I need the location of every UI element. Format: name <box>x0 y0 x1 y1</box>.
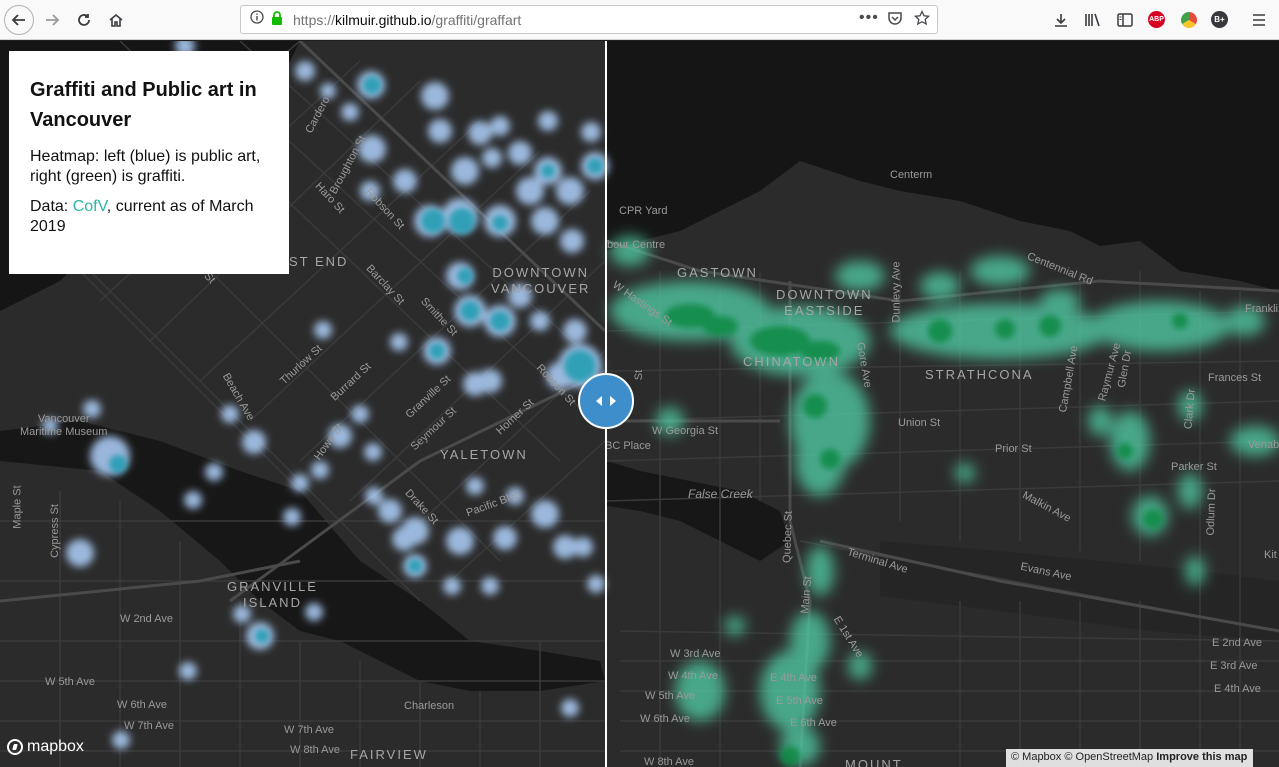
map-attribution[interactable]: © Mapbox © OpenStreetMap Improve this ma… <box>1006 749 1254 767</box>
street-label: Cypress St <box>48 504 61 558</box>
street-label: Charleson <box>404 700 455 712</box>
street-label: Dunlevy Ave <box>890 261 903 323</box>
forward-icon[interactable] <box>38 6 66 34</box>
panel-title: Graffiti and Public art in Vancouver <box>30 79 257 131</box>
street-label: E 6th Ave <box>790 717 837 729</box>
street-label: Frances St <box>1208 372 1262 384</box>
info-panel: Graffiti and Public art in Vancouver Hea… <box>9 51 289 274</box>
poi-label: BC Place <box>605 440 651 452</box>
data-prefix: Data: <box>30 198 73 215</box>
browser-toolbar: https://kilmuir.github.io/graffiti/graff… <box>0 0 1279 40</box>
adblock-icon[interactable]: ABP <box>1148 11 1165 28</box>
library-icon[interactable] <box>1083 10 1103 30</box>
improve-map-link[interactable]: Improve this map <box>1156 751 1247 763</box>
pocket-icon[interactable] <box>887 10 903 30</box>
street-label: W 4th Ave <box>668 670 718 682</box>
street-label: E 3rd Ave <box>1210 660 1258 672</box>
street-label: Prior St <box>995 443 1032 455</box>
street-label: W 6th Ave <box>640 713 690 725</box>
poi-label: Centerm <box>890 169 933 181</box>
water-label: False Creek <box>688 487 753 501</box>
street-label: St <box>633 369 646 381</box>
heatmap-description: Heatmap: left (blue) is public art, righ… <box>30 148 261 185</box>
street-label: W 3rd Ave <box>670 648 721 660</box>
street-label: W 5th Ave <box>645 690 695 702</box>
street-label: W 7th Ave <box>284 724 334 736</box>
neighbourhood-label: MOUNT <box>845 757 903 767</box>
neighbourhood-label: DOWNTOWN EASTSIDE <box>776 287 873 318</box>
street-label: Kit <box>1264 549 1277 561</box>
data-source: Data: CofV, current as of March 2019 <box>30 197 269 237</box>
street-label: W 5th Ave <box>45 676 95 688</box>
street-label: Parker St <box>1171 461 1217 473</box>
street-label: Quebec St <box>781 510 795 564</box>
compare-slider-handle[interactable] <box>578 373 634 429</box>
street-label: E 5th Ave <box>776 695 823 707</box>
star-icon[interactable] <box>913 9 931 30</box>
url-text: https://kilmuir.github.io/graffiti/graff… <box>293 12 522 28</box>
neighbourhood-label: FAIRVIEW <box>350 747 428 762</box>
more-icon[interactable]: ••• <box>859 9 879 27</box>
neighbourhood-label: DOWNTOWN VANCOUVER <box>491 265 591 296</box>
street-label: E 2nd Ave <box>1212 637 1262 649</box>
poi-label: Vancouver Maritime Museum <box>20 413 108 438</box>
neighbourhood-label: STRATHCONA <box>925 367 1034 382</box>
street-label: E 4th Ave <box>770 672 817 684</box>
mapbox-logo[interactable]: mapbox <box>7 738 84 756</box>
street-label: Frankli <box>1245 303 1279 315</box>
street-label: Maple St <box>11 485 24 529</box>
street-label: W 8th Ave <box>290 744 340 756</box>
street-label: E 4th Ave <box>1214 683 1261 695</box>
street-label: W 7th Ave <box>124 720 174 732</box>
url-bar[interactable]: https://kilmuir.github.io/graffiti/graff… <box>240 5 938 34</box>
street-label: W 8th Ave <box>644 756 694 767</box>
street-label: Venab <box>1248 439 1279 451</box>
cofv-link[interactable]: CofV <box>73 198 107 215</box>
neighbourhood-label: YALETOWN <box>440 447 528 462</box>
chrome-extension-icon[interactable] <box>1179 10 1199 30</box>
sidebar-icon[interactable] <box>1115 10 1135 30</box>
attribution-text[interactable]: © Mapbox © OpenStreetMap <box>1011 751 1153 763</box>
street-label: W Georgia St <box>652 425 719 437</box>
back-icon[interactable] <box>4 5 34 35</box>
neighbourhood-label: GASTOWN <box>677 265 758 280</box>
info-icon[interactable] <box>250 10 264 28</box>
lock-icon <box>270 10 284 30</box>
neighbourhood-label: ST END <box>289 254 349 269</box>
mapbox-icon <box>7 739 23 755</box>
left-right-arrows-icon <box>596 396 616 406</box>
street-label: Odlum Dr <box>1204 488 1219 536</box>
mapbox-wordmark: mapbox <box>27 738 84 755</box>
neighbourhood-label: GRANVILLE ISLAND <box>227 579 318 610</box>
street-label: W 2nd Ave <box>120 613 173 625</box>
poi-label: CPR Yard <box>619 205 668 217</box>
map-canvas[interactable]: Cardero Broughton St Haro St Robson St S… <box>0 41 1279 767</box>
reload-icon[interactable] <box>70 6 98 34</box>
street-label: W 6th Ave <box>117 699 167 711</box>
neighbourhood-label: CHINATOWN <box>743 354 840 369</box>
download-icon[interactable] <box>1051 10 1071 30</box>
home-icon[interactable] <box>102 6 130 34</box>
menu-icon[interactable] <box>1249 10 1269 30</box>
b-plus-icon[interactable]: B+ <box>1211 11 1228 28</box>
street-label: Union St <box>898 417 941 429</box>
poi-label: bour Centre <box>607 239 666 251</box>
